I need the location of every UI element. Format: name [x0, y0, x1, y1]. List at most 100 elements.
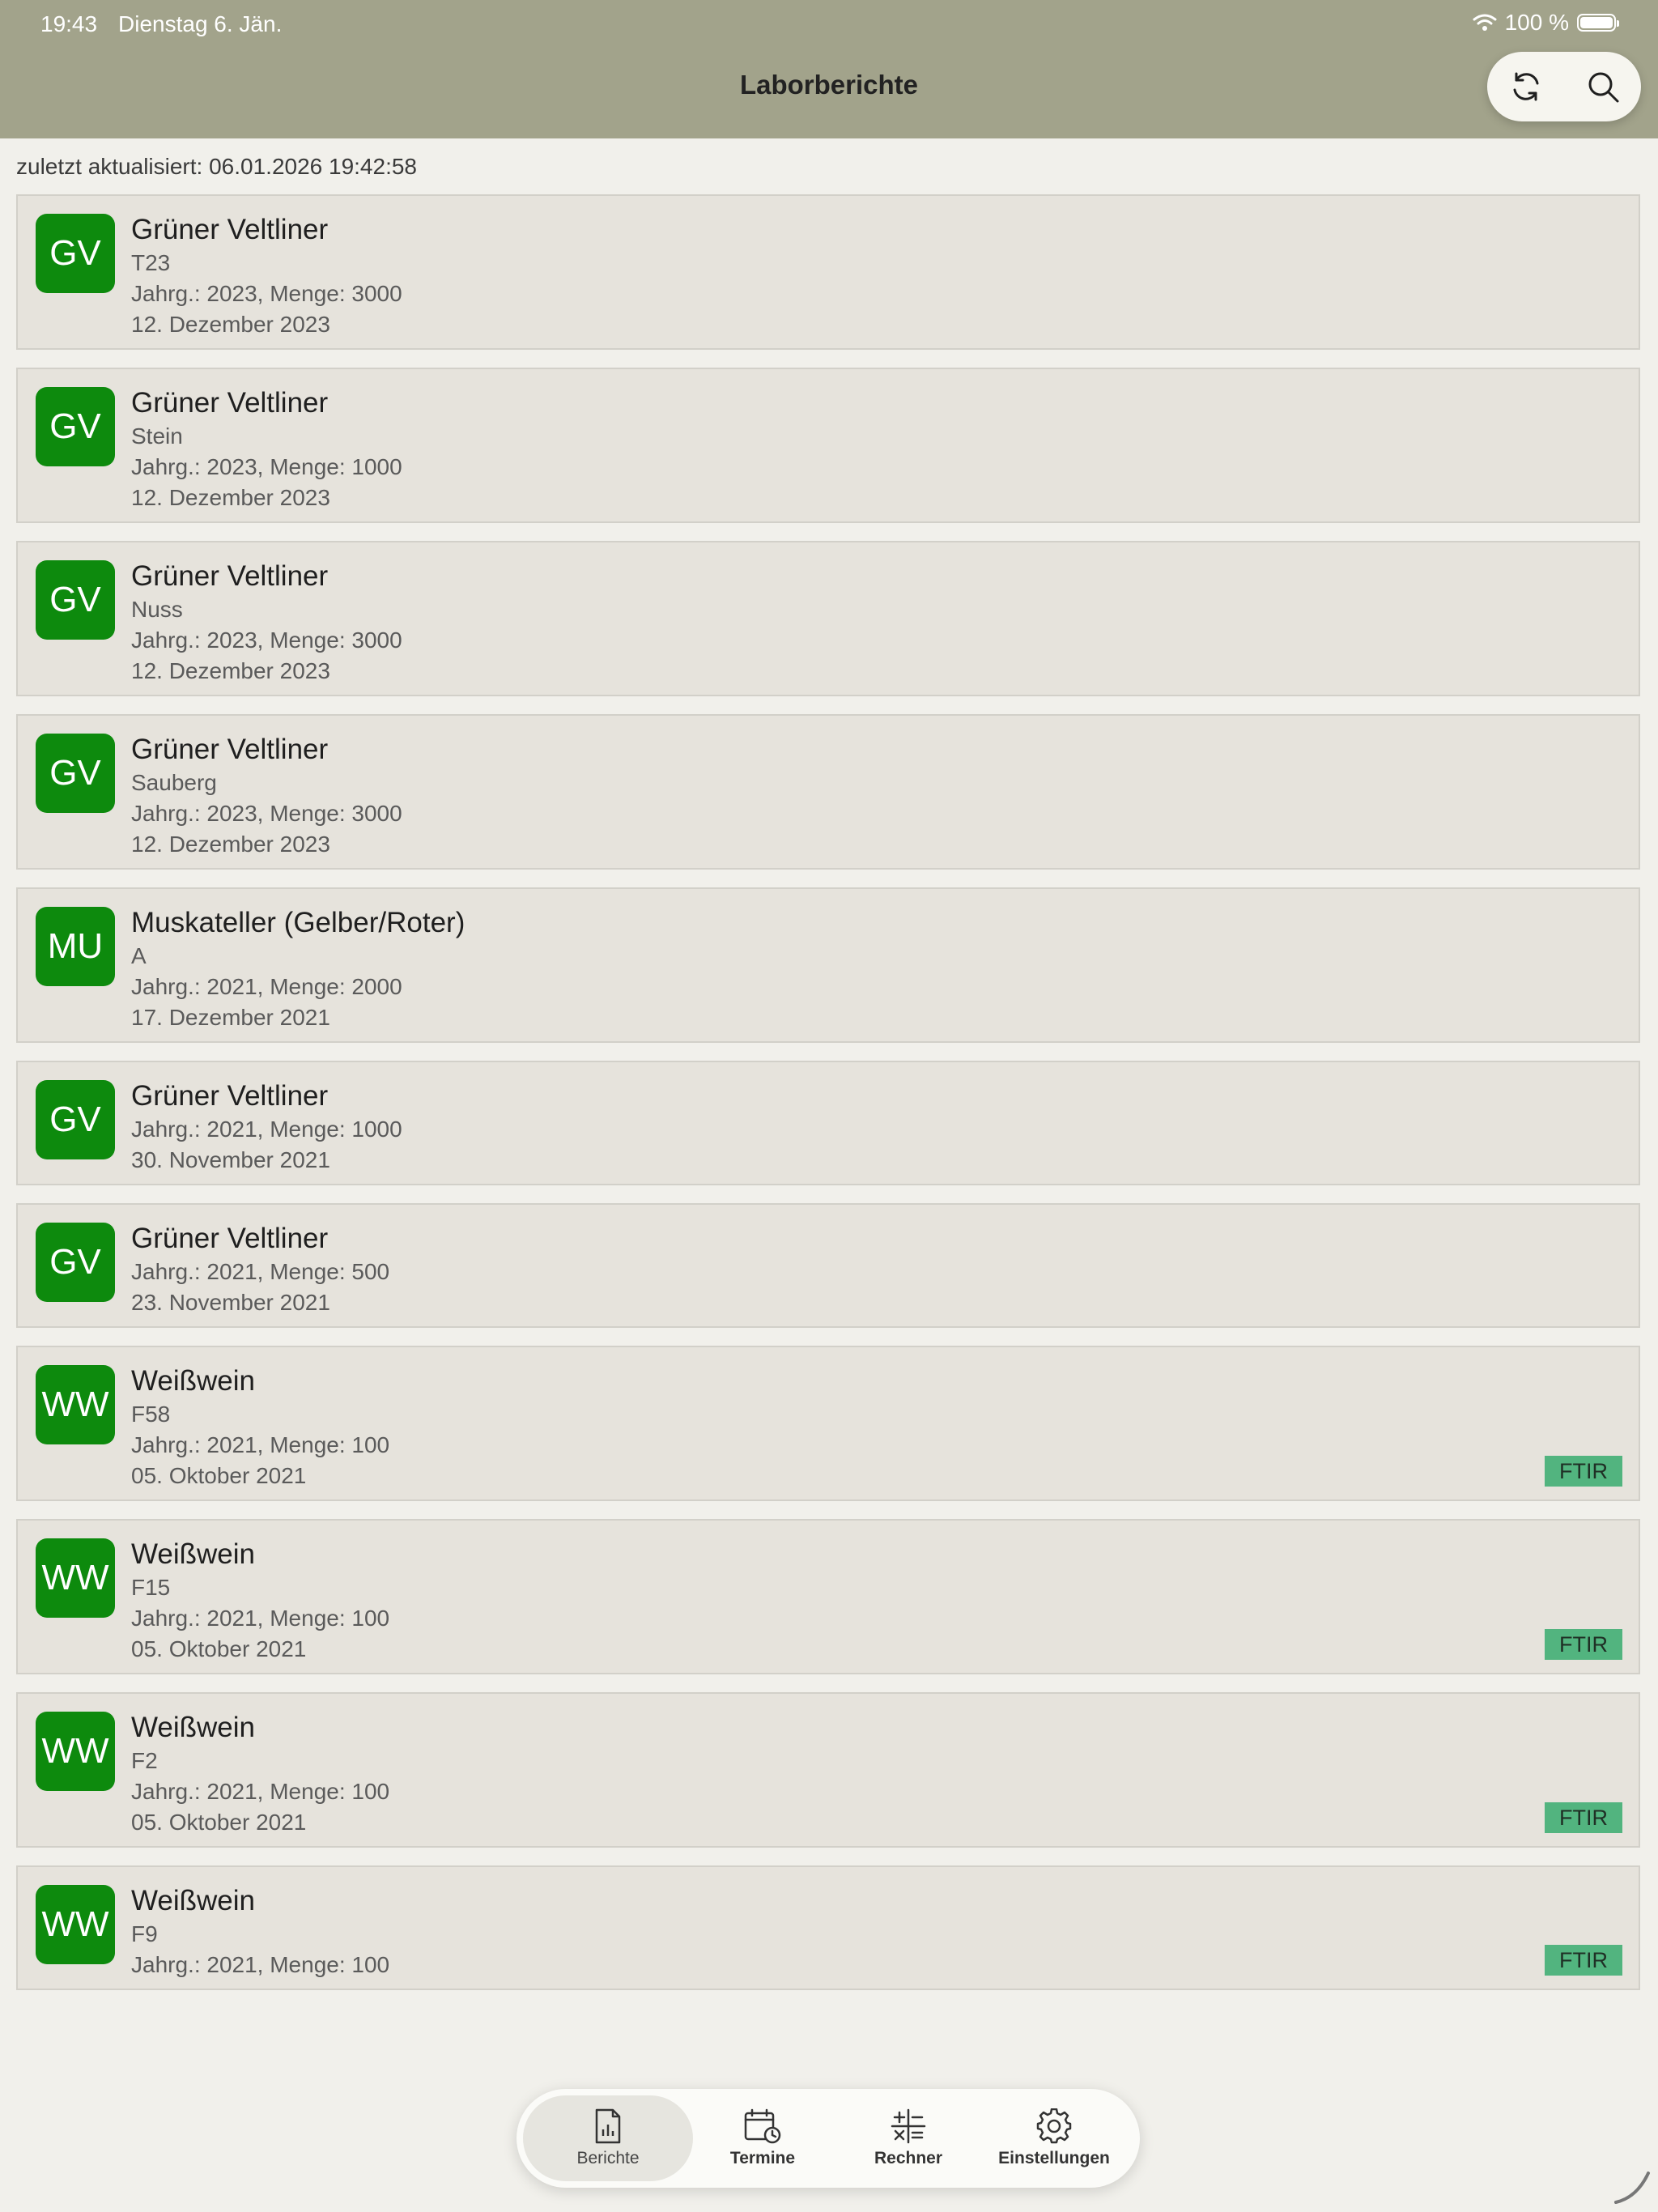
- report-detail-line: Jahrg.: 2021, Menge: 1000: [131, 1117, 402, 1142]
- report-details: Weißwein F9 Jahrg.: 2021, Menge: 100: [131, 1883, 389, 1980]
- report-card[interactable]: GV Grüner Veltliner Nuss Jahrg.: 2023, Meng…: [16, 541, 1640, 696]
- top-bar: 19:43 Dienstag 6. Jän. 100 % Laborberich…: [0, 0, 1658, 138]
- tab-einstellungen[interactable]: Einstellungen: [981, 2095, 1127, 2181]
- report-card[interactable]: WW Weißwein F2 Jahrg.: 2021, Menge: 100 05. …: [16, 1692, 1640, 1848]
- refresh-button[interactable]: [1503, 64, 1549, 109]
- report-details: Grüner Veltliner Sauberg Jahrg.: 2023, Men…: [131, 732, 402, 860]
- variety-avatar: MU: [36, 907, 115, 986]
- report-detail-line: F15: [131, 1575, 171, 1600]
- status-time: 19:43: [40, 11, 98, 36]
- pencil-indicator-icon: [1614, 2172, 1650, 2204]
- tab-label: Einstellungen: [998, 2149, 1110, 2167]
- report-detail-line: Jahrg.: 2023, Menge: 3000: [131, 801, 402, 826]
- report-card[interactable]: WW Weißwein F9 Jahrg.: 2021, Menge: 100 FTIR: [16, 1865, 1640, 1990]
- report-details: Weißwein F58 Jahrg.: 2021, Menge: 100 05. O…: [131, 1363, 389, 1491]
- report-detail-line: F2: [131, 1748, 158, 1773]
- gear-icon: [1036, 2108, 1072, 2144]
- tab-label: Rechner: [874, 2149, 943, 2167]
- variety-avatar: GV: [36, 560, 115, 640]
- report-detail-line: 12. Dezember 2023: [131, 832, 330, 857]
- report-variety-name: Weißwein: [131, 1712, 256, 1743]
- refresh-icon: [1513, 72, 1538, 101]
- last-updated-text: zuletzt aktualisiert: 06.01.2026 19:42:5…: [16, 154, 418, 179]
- report-variety-name: Grüner Veltliner: [131, 734, 329, 765]
- tab-label: Termine: [729, 2149, 796, 2167]
- report-detail-line: Jahrg.: 2021, Menge: 500: [131, 1259, 390, 1284]
- report-detail-line: Jahrg.: 2021, Menge: 100: [131, 1432, 390, 1457]
- variety-avatar: WW: [36, 1712, 115, 1791]
- wifi-icon: [1473, 14, 1497, 31]
- report-detail-line: F9: [131, 1921, 158, 1946]
- report-detail-line: Jahrg.: 2023, Menge: 3000: [131, 281, 402, 306]
- report-list: GV Grüner Veltliner T23 Jahrg.: 2023, Menge…: [16, 194, 1642, 2085]
- variety-avatar: WW: [36, 1538, 115, 1618]
- report-details: Grüner Veltliner Nuss Jahrg.: 2023, Menge:…: [131, 559, 402, 687]
- report-details: Muskateller (Gelber/Roter) A Jahrg.: 2021,…: [131, 905, 465, 1033]
- tab-termine[interactable]: Termine: [690, 2095, 835, 2181]
- report-variety-name: Weißwein: [131, 1538, 256, 1570]
- report-detail-line: 30. November 2021: [131, 1147, 330, 1172]
- report-card[interactable]: GV Grüner Veltliner Sauberg Jahrg.: 2023, M…: [16, 714, 1640, 870]
- report-card[interactable]: GV Grüner Veltliner T23 Jahrg.: 2023, Menge…: [16, 194, 1640, 350]
- report-card[interactable]: GV Grüner Veltliner Jahrg.: 2021, Menge: 5…: [16, 1203, 1640, 1328]
- ftir-badge: FTIR: [1545, 1802, 1622, 1833]
- report-variety-name: Grüner Veltliner: [131, 387, 329, 419]
- calendar-clock-icon: [744, 2108, 781, 2144]
- report-detail-line: Jahrg.: 2021, Menge: 100: [131, 1606, 390, 1631]
- search-button[interactable]: [1580, 64, 1626, 109]
- variety-avatar: GV: [36, 387, 115, 466]
- report-detail-line: A: [131, 943, 147, 968]
- report-detail-line: 12. Dezember 2023: [131, 485, 330, 510]
- report-detail-line: 12. Dezember 2023: [131, 658, 330, 683]
- report-detail-line: 05. Oktober 2021: [131, 1636, 307, 1661]
- report-variety-name: Grüner Veltliner: [131, 560, 329, 592]
- report-detail-line: 05. Oktober 2021: [131, 1810, 307, 1835]
- page-title: Laborberichte: [739, 70, 919, 100]
- report-detail-line: 23. November 2021: [131, 1290, 330, 1315]
- calculator-icon: [891, 2108, 926, 2144]
- variety-avatar: GV: [36, 1080, 115, 1159]
- variety-avatar: WW: [36, 1885, 115, 1964]
- variety-avatar: GV: [36, 734, 115, 813]
- report-card[interactable]: WW Weißwein F15 Jahrg.: 2021, Menge: 100 05.…: [16, 1519, 1640, 1674]
- report-details: Grüner Veltliner Jahrg.: 2021, Menge: 100…: [131, 1078, 402, 1176]
- report-variety-name: Muskateller (Gelber/Roter): [131, 907, 466, 938]
- tab-rechner[interactable]: Rechner: [835, 2095, 981, 2181]
- report-detail-line: Stein: [131, 423, 183, 449]
- status-indicators: 100 %: [1473, 10, 1619, 36]
- report-card[interactable]: WW Weißwein F58 Jahrg.: 2021, Menge: 100 05.…: [16, 1346, 1640, 1501]
- battery-percent: 100 %: [1504, 10, 1569, 35]
- report-detail-line: Jahrg.: 2023, Menge: 1000: [131, 454, 402, 479]
- report-variety-name: Grüner Veltliner: [131, 1223, 329, 1254]
- ftir-badge: FTIR: [1545, 1629, 1622, 1660]
- report-icon: [595, 2108, 621, 2144]
- report-detail-line: 12. Dezember 2023: [131, 312, 330, 337]
- tab-bar: Berichte Termine Rechner Einstellungen: [517, 2089, 1140, 2188]
- report-card[interactable]: MU Muskateller (Gelber/Roter) A Jahrg.: 202…: [16, 887, 1640, 1043]
- variety-avatar: GV: [36, 1223, 115, 1302]
- tab-berichte[interactable]: Berichte: [523, 2095, 693, 2181]
- search-icon: [1588, 72, 1618, 103]
- report-detail-line: 05. Oktober 2021: [131, 1463, 307, 1488]
- report-detail-line: Jahrg.: 2021, Menge: 100: [131, 1779, 390, 1804]
- header-actions: [1487, 52, 1641, 121]
- variety-avatar: WW: [36, 1365, 115, 1444]
- report-detail-line: 17. Dezember 2021: [131, 1005, 330, 1030]
- status-date: Dienstag 6. Jän.: [118, 11, 283, 36]
- report-details: Weißwein F15 Jahrg.: 2021, Menge: 100 05. O…: [131, 1537, 389, 1665]
- variety-avatar: GV: [36, 214, 115, 293]
- report-details: Weißwein F2 Jahrg.: 2021, Menge: 100 05. Ok…: [131, 1710, 389, 1838]
- report-card[interactable]: GV Grüner Veltliner Jahrg.: 2021, Menge: 1…: [16, 1061, 1640, 1185]
- report-details: Grüner Veltliner T23 Jahrg.: 2023, Menge: …: [131, 212, 402, 340]
- report-detail-line: Jahrg.: 2021, Menge: 2000: [131, 974, 402, 999]
- report-variety-name: Grüner Veltliner: [131, 1080, 329, 1112]
- report-detail-line: T23: [131, 250, 171, 275]
- report-variety-name: Grüner Veltliner: [131, 214, 329, 245]
- report-detail-line: Jahrg.: 2021, Menge: 100: [131, 1952, 390, 1977]
- report-variety-name: Weißwein: [131, 1885, 256, 1916]
- ftir-badge: FTIR: [1545, 1456, 1622, 1487]
- report-variety-name: Weißwein: [131, 1365, 256, 1397]
- report-card[interactable]: GV Grüner Veltliner Stein Jahrg.: 2023, Men…: [16, 368, 1640, 523]
- tab-label: Berichte: [576, 2149, 640, 2167]
- report-detail-line: Sauberg: [131, 770, 217, 795]
